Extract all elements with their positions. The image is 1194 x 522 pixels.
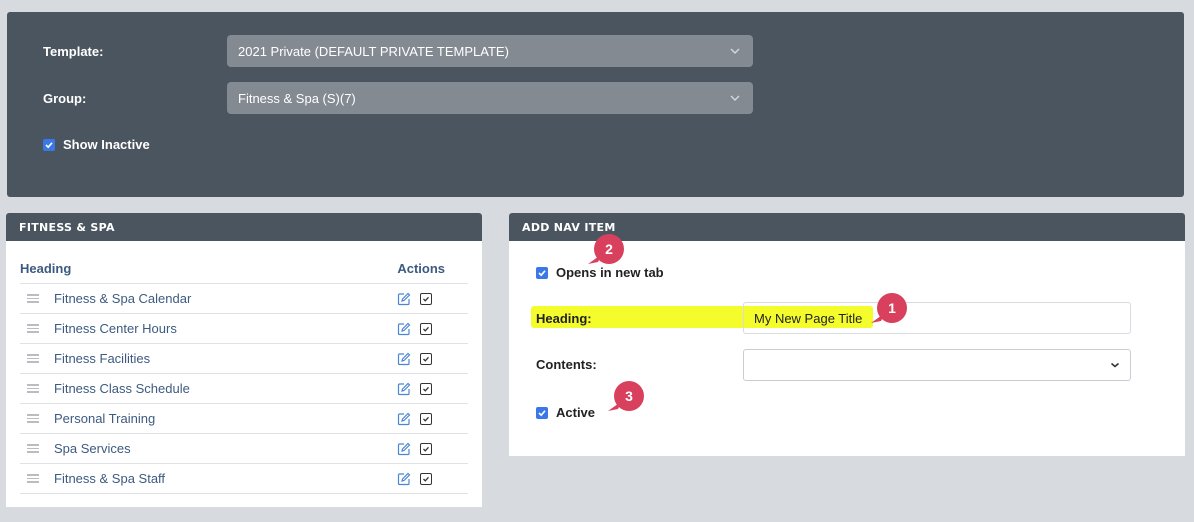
toggle-active-checkbox[interactable] <box>420 292 432 305</box>
table-row: Spa Services <box>20 434 468 464</box>
drag-handle-icon[interactable] <box>27 444 39 453</box>
row-title[interactable]: Fitness & Spa Calendar <box>54 291 397 306</box>
template-select-value: 2021 Private (DEFAULT PRIVATE TEMPLATE) <box>238 43 509 59</box>
checkmark-icon <box>538 409 546 416</box>
annotation-number: 1 <box>888 300 896 316</box>
row-title[interactable]: Personal Training <box>54 411 397 426</box>
table-row: Fitness Center Hours <box>20 314 468 344</box>
checkmark-icon <box>423 356 429 362</box>
nav-table: Heading Actions Fitness & Spa Calendar F… <box>20 253 468 494</box>
heading-field-value: My New Page Title <box>754 310 863 326</box>
checkmark-icon <box>423 386 429 392</box>
toggle-active-checkbox[interactable] <box>420 442 432 455</box>
chevron-down-icon <box>730 48 740 54</box>
table-row: Fitness Class Schedule <box>20 374 468 404</box>
row-title[interactable]: Fitness Center Hours <box>54 321 397 336</box>
toggle-active-checkbox[interactable] <box>420 382 432 395</box>
edit-icon[interactable] <box>397 412 411 426</box>
bubble-tail-icon <box>588 254 602 264</box>
annotation-number: 3 <box>625 388 633 404</box>
drag-handle-icon[interactable] <box>27 294 39 303</box>
row-title[interactable]: Fitness Facilities <box>54 351 397 366</box>
edit-icon[interactable] <box>397 442 411 456</box>
drag-handle-icon[interactable] <box>27 384 39 393</box>
drag-handle-icon[interactable] <box>27 324 39 333</box>
drag-handle-icon[interactable] <box>27 474 39 483</box>
show-inactive-checkbox[interactable] <box>43 138 55 151</box>
show-inactive-label: Show Inactive <box>63 137 150 152</box>
opens-new-tab-checkbox[interactable] <box>536 266 548 279</box>
nav-list-title: FITNESS & SPA <box>6 213 482 241</box>
show-inactive-row: Show Inactive <box>43 137 150 152</box>
heading-label: Heading: <box>536 311 592 326</box>
drag-handle-icon[interactable] <box>27 354 39 363</box>
row-title[interactable]: Fitness & Spa Staff <box>54 471 397 486</box>
edit-icon[interactable] <box>397 322 411 336</box>
opens-new-tab-row: Opens in new tab <box>536 265 664 280</box>
column-heading: Heading <box>20 260 72 276</box>
checkmark-icon <box>423 416 429 422</box>
checkmark-icon <box>423 296 429 302</box>
table-header: Heading Actions <box>20 253 468 284</box>
active-row: Active <box>536 405 595 420</box>
active-checkbox[interactable] <box>536 406 548 419</box>
checkmark-icon <box>423 326 429 332</box>
edit-icon[interactable] <box>397 292 411 306</box>
edit-icon[interactable] <box>397 382 411 396</box>
drag-handle-icon[interactable] <box>27 414 39 423</box>
table-row: Fitness & Spa Staff <box>20 464 468 494</box>
nav-list-card: FITNESS & SPA Heading Actions Fitness & … <box>6 213 482 507</box>
template-select[interactable]: 2021 Private (DEFAULT PRIVATE TEMPLATE) <box>227 35 753 67</box>
annotation-badge-2: 2 <box>588 234 624 264</box>
bubble-tail-icon <box>871 313 885 323</box>
template-label: Template: <box>43 44 104 59</box>
chevron-down-icon <box>730 95 740 101</box>
annotation-badge-3: 3 <box>608 381 644 411</box>
checkmark-icon <box>538 269 546 276</box>
checkmark-icon <box>423 476 429 482</box>
filter-panel: Template: 2021 Private (DEFAULT PRIVATE … <box>7 12 1184 197</box>
table-row: Personal Training <box>20 404 468 434</box>
group-select[interactable]: Fitness & Spa (S)(7) <box>227 82 753 114</box>
annotation-badge-1: 1 <box>871 293 907 323</box>
group-label: Group: <box>43 91 87 106</box>
row-title[interactable]: Fitness Class Schedule <box>54 381 397 396</box>
checkmark-icon <box>423 446 429 452</box>
table-row: Fitness & Spa Calendar <box>20 284 468 314</box>
toggle-active-checkbox[interactable] <box>420 322 432 335</box>
group-select-value: Fitness & Spa (S)(7) <box>238 90 356 106</box>
annotation-number: 2 <box>605 241 613 257</box>
bubble-tail-icon <box>608 401 622 411</box>
column-actions: Actions <box>397 260 445 276</box>
heading-field[interactable]: My New Page Title <box>743 302 1131 334</box>
toggle-active-checkbox[interactable] <box>420 472 432 485</box>
contents-select[interactable] <box>743 349 1131 381</box>
opens-new-tab-label: Opens in new tab <box>556 265 664 280</box>
row-title[interactable]: Spa Services <box>54 441 397 456</box>
chevron-down-icon <box>1110 362 1120 368</box>
edit-icon[interactable] <box>397 352 411 366</box>
toggle-active-checkbox[interactable] <box>420 352 432 365</box>
edit-icon[interactable] <box>397 472 411 486</box>
table-row: Fitness Facilities <box>20 344 468 374</box>
checkmark-icon <box>45 141 53 148</box>
contents-label: Contents: <box>536 357 597 372</box>
active-label: Active <box>556 405 596 420</box>
toggle-active-checkbox[interactable] <box>420 412 432 425</box>
